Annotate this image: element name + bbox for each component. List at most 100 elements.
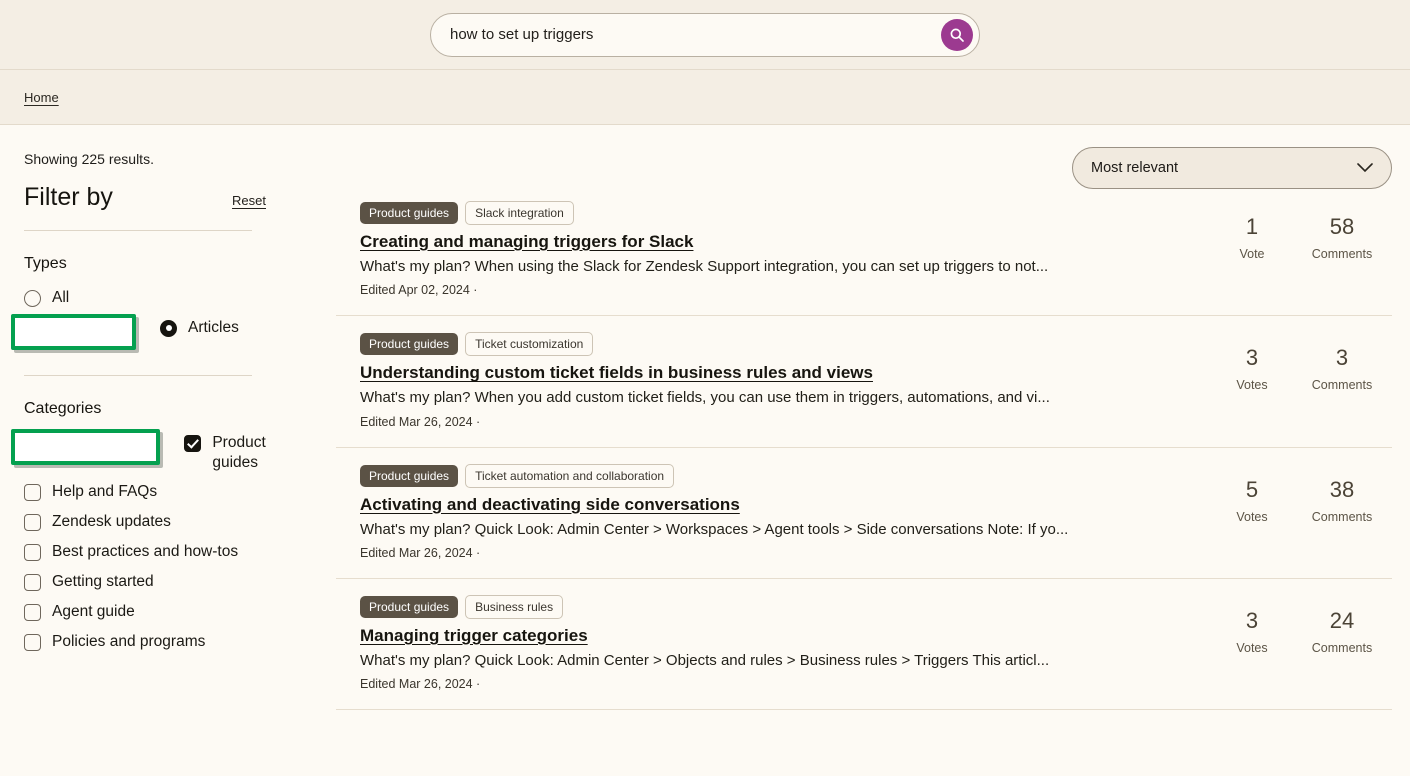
sort-row: Most relevant — [336, 147, 1392, 189]
search-input[interactable] — [431, 25, 911, 44]
topic-badge[interactable]: Slack integration — [465, 201, 574, 225]
sidebar-divider — [24, 230, 252, 231]
sort-dropdown[interactable]: Most relevant — [1072, 147, 1392, 189]
search-icon — [950, 28, 964, 42]
vote-count: 1 Vote — [1212, 214, 1292, 262]
filter-header: Filter by Reset — [24, 183, 294, 212]
search-result-item: Product guides Ticket automation and coll… — [336, 448, 1392, 579]
result-stats: 3 Votes 24 Comments — [1212, 595, 1392, 691]
vote-count: 3 Votes — [1212, 607, 1292, 656]
result-meta: Edited Mar 26, 2024 · — [360, 414, 481, 429]
option-label: Best practices and how-tos — [52, 543, 239, 561]
sidebar-divider-2 — [24, 374, 252, 376]
chevron-down-icon — [1357, 163, 1373, 173]
radio-button-checked[interactable] — [160, 319, 177, 337]
filter-sidebar: Showing 225 results. Filter by Reset Typ… — [0, 125, 318, 776]
vote-count-number: 3 — [1245, 607, 1259, 633]
topic-badge[interactable]: Ticket customization — [465, 332, 594, 357]
result-stats: 3 Votes 3 Comments — [1212, 332, 1392, 428]
option-label: Agent guide — [52, 602, 135, 620]
results-panel: Most relevant Product guides Slack integr… — [318, 125, 1410, 776]
attention-highlight-box — [11, 313, 136, 350]
breadcrumb-item-home[interactable]: Home — [24, 90, 59, 105]
result-snippet: What's my plan? When using the Slack for… — [360, 258, 1049, 275]
category-option-help-and-faqs[interactable]: Help and FAQs — [24, 477, 294, 507]
vote-count-label: Votes — [1236, 641, 1268, 656]
result-title-link[interactable]: Understanding custom ticket fields in bu… — [360, 363, 873, 383]
checkbox-unchecked[interactable] — [24, 484, 41, 502]
comment-count-number: 38 — [1329, 476, 1355, 502]
checkbox-unchecked[interactable] — [24, 633, 41, 651]
vote-count-label: Votes — [1236, 378, 1268, 393]
result-stats: 1 Vote 58 Comments — [1212, 201, 1392, 297]
site-header — [0, 0, 1410, 70]
topic-badge[interactable]: Ticket automation and collaboration — [465, 463, 675, 488]
result-title-link[interactable]: Managing trigger categories — [360, 626, 588, 646]
category-badge[interactable]: Product guides — [360, 464, 459, 487]
result-content: Product guides Ticket automation and coll… — [336, 463, 1202, 560]
category-option-best-practices-and-how-tos[interactable]: Best practices and how-tos — [24, 537, 294, 567]
result-content: Product guides Slack integration Creating … — [336, 201, 1202, 297]
category-option-policies-and-programs[interactable]: Policies and programs — [24, 627, 294, 657]
category-badge[interactable]: Product guides — [360, 333, 459, 356]
result-badges: Product guides Business rules — [360, 594, 1202, 619]
categories-group-title: Categories — [24, 399, 102, 417]
vote-count: 3 Votes — [1212, 346, 1292, 393]
result-stats: 5 Votes 38 Comments — [1212, 464, 1392, 560]
comment-count: 58 Comments — [1292, 214, 1392, 261]
categories-option-list: Product guides Help and FAQs Zendesk updat… — [11, 428, 294, 657]
types-option-list: All Articles — [11, 283, 294, 359]
option-label: Product guides — [212, 433, 266, 471]
category-badge[interactable]: Product guides — [360, 202, 459, 224]
vote-count-label: Vote — [1239, 247, 1265, 262]
results-count-text: Showing 225 results. — [24, 151, 154, 167]
vote-count-label: Votes — [1236, 509, 1268, 524]
result-meta: Edited Apr 02, 2024 · — [360, 283, 478, 298]
vote-count: 5 Votes — [1212, 476, 1292, 524]
comment-count-label: Comments — [1311, 509, 1373, 524]
vote-count-number: 5 — [1245, 476, 1259, 502]
search-result-item: Product guides Ticket customization Unders… — [336, 316, 1392, 448]
category-option-zendesk-updates[interactable]: Zendesk updates — [24, 507, 294, 537]
comment-count-number: 58 — [1329, 214, 1355, 239]
comment-count: 38 Comments — [1292, 476, 1392, 524]
option-label: Policies and programs — [52, 632, 206, 650]
comment-count-number: 3 — [1335, 345, 1349, 371]
type-option-all[interactable]: All — [24, 283, 294, 313]
reset-filters-link[interactable]: Reset — [232, 193, 266, 208]
checkbox-unchecked[interactable] — [24, 544, 41, 562]
option-label: Zendesk updates — [52, 513, 171, 531]
category-option-getting-started[interactable]: Getting started — [24, 567, 294, 597]
topic-badge[interactable]: Business rules — [465, 594, 564, 619]
category-option-agent-guide[interactable]: Agent guide — [24, 597, 294, 627]
search-result-item: Product guides Business rules Managing tri… — [336, 579, 1392, 711]
category-badge[interactable]: Product guides — [360, 595, 459, 618]
search-bar[interactable] — [430, 12, 980, 57]
comment-count-number: 24 — [1329, 607, 1355, 633]
types-group-title: Types — [24, 255, 67, 272]
result-content: Product guides Business rules Managing tri… — [336, 594, 1202, 692]
checkbox-unchecked[interactable] — [24, 573, 41, 591]
comment-count: 24 Comments — [1292, 607, 1392, 655]
checkbox-unchecked[interactable] — [24, 514, 41, 532]
option-label: Articles — [188, 318, 239, 336]
result-title-link[interactable]: Creating and managing triggers for Slack — [360, 232, 693, 252]
breadcrumb: Home — [0, 70, 1410, 125]
search-result-item: Product guides Slack integration Creating … — [336, 189, 1392, 317]
search-results-list: Product guides Slack integration Creating … — [336, 189, 1392, 711]
result-badges: Product guides Ticket automation and coll… — [360, 463, 1202, 488]
result-title-link[interactable]: Activating and deactivating side convers… — [360, 495, 740, 515]
result-meta: Edited Mar 26, 2024 · — [360, 677, 481, 692]
checkbox-unchecked[interactable] — [24, 603, 41, 621]
sort-dropdown-value: Most relevant — [1091, 160, 1179, 176]
vote-count-number: 1 — [1245, 214, 1259, 239]
category-option-product-guides[interactable]: Product guides — [11, 428, 294, 478]
search-submit-button[interactable] — [941, 18, 973, 51]
checkbox-checked[interactable] — [184, 434, 202, 452]
result-badges: Product guides Ticket customization — [360, 332, 1202, 357]
radio-button-unchecked[interactable] — [24, 290, 41, 307]
result-content: Product guides Ticket customization Unders… — [336, 332, 1202, 429]
result-meta: Edited Mar 26, 2024 · — [360, 545, 481, 560]
attention-highlight-box — [11, 428, 161, 465]
type-option-articles[interactable]: Articles — [11, 313, 294, 359]
